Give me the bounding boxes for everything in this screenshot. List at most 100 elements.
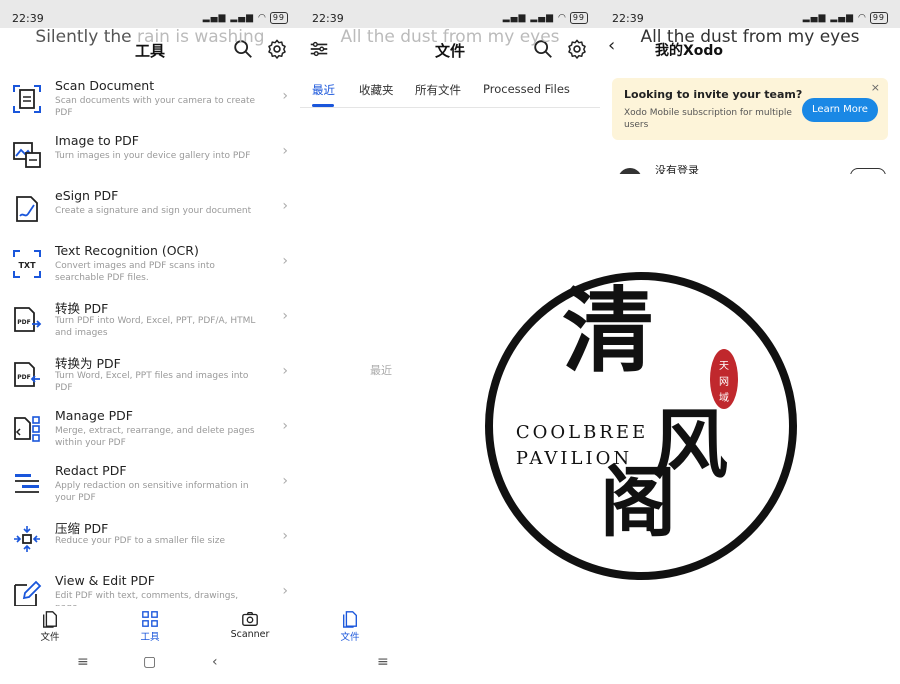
tool-item-scan-document[interactable]: Scan Document Scan documents with your c… <box>0 72 300 127</box>
tool-list: Scan Document Scan documents with your c… <box>0 72 300 622</box>
chevron-right-icon: › <box>282 308 288 324</box>
redact-icon <box>12 469 42 499</box>
home-icon[interactable]: ▢ <box>143 654 156 670</box>
tool-item-image-to-pdf[interactable]: Image to PDF Turn images in your device … <box>0 127 300 182</box>
menu-icon[interactable]: ≡ <box>77 654 89 670</box>
nav-label: 工具 <box>140 632 160 643</box>
tool-title: View & Edit PDF <box>55 573 155 588</box>
chevron-right-icon: › <box>282 143 288 159</box>
ocr-icon: TXT <box>12 249 42 279</box>
back-icon[interactable]: ‹ <box>212 654 218 670</box>
tool-desc: Create a signature and sign your documen… <box>55 206 252 216</box>
manage-pdf-icon <box>12 414 42 444</box>
nav-label: 文件 <box>340 632 360 643</box>
status-bar: 22:39 ▂▄▆ ▂▄▆ ◠ 99 <box>600 0 900 28</box>
menu-icon[interactable]: ≡ <box>377 654 389 670</box>
watermark-part: All the dust from my eyes <box>340 27 560 47</box>
chevron-right-icon: › <box>282 253 288 269</box>
tab-all-files[interactable]: 所有文件 <box>415 82 461 98</box>
status-time: 22:39 <box>612 12 644 25</box>
tool-title: Scan Document <box>55 78 155 93</box>
tool-item-convert-pdf[interactable]: PDF 转换 PDF Turn PDF into Word, Excel, PP… <box>0 292 300 347</box>
status-time: 22:39 <box>12 12 44 25</box>
system-nav-bar: ≡ <box>300 654 600 678</box>
watermark-part: rain is washing <box>137 27 265 47</box>
battery-icon: 99 <box>269 12 288 24</box>
account-label: 没有登录 <box>655 164 699 174</box>
watermark-part: All the dust from my eyes <box>640 27 860 47</box>
logo-line-2: PAVILION <box>516 448 632 469</box>
tab-recent[interactable]: 最近 <box>312 82 335 98</box>
bottom-nav: 文件 工具 Scanner <box>0 606 300 646</box>
chevron-right-icon: › <box>282 198 288 214</box>
close-icon[interactable]: × <box>871 81 880 94</box>
chevron-right-icon: › <box>282 528 288 544</box>
empty-state-label: 最近 <box>370 364 392 377</box>
seal-char: 天 <box>719 361 729 372</box>
battery-icon: 99 <box>869 12 888 24</box>
tool-item-ocr[interactable]: TXT Text Recognition (OCR) Convert image… <box>0 237 300 292</box>
learn-more-button[interactable]: Learn More <box>802 98 878 122</box>
status-icons: ▂▄▆ ▂▄▆ ◠ 99 <box>503 12 588 24</box>
signal-icon: ▂▄▆ ▂▄▆ ◠ <box>802 13 867 23</box>
invite-team-banner: Looking to invite your team? Xodo Mobile… <box>612 78 888 140</box>
watermark-logo: 清 风 阁 COOLBREE PAVILION 天 网 域 <box>484 271 798 581</box>
tool-title: eSign PDF <box>55 188 119 203</box>
compress-icon <box>12 524 42 554</box>
tab-indicator <box>312 104 334 107</box>
watermark-text: All the dust from my eyes <box>300 27 600 47</box>
tools-screen: 22:39 ▂▄▆ ▂▄▆ ◠ 99 Silently the rain is w… <box>0 0 300 684</box>
watermark-text: All the dust from my eyes <box>600 27 900 47</box>
tool-desc: Convert images and PDF scans into search… <box>55 261 215 283</box>
logo-char-1: 清 <box>562 277 654 385</box>
logo-char-3: 阁 <box>600 458 676 547</box>
nav-item-scanner[interactable]: Scanner <box>220 610 280 640</box>
svg-text:PDF: PDF <box>17 374 30 381</box>
account-row[interactable]: 没有登录 <box>600 160 900 174</box>
tab-favorites[interactable]: 收藏夹 <box>359 82 394 98</box>
battery-icon: 99 <box>569 12 588 24</box>
files-icon <box>343 611 357 628</box>
tool-item-convert-to-pdf[interactable]: PDF 转换为 PDF Turn Word, Excel, PPT files … <box>0 347 300 402</box>
nav-label: Scanner <box>230 629 270 640</box>
edit-pdf-icon <box>12 579 42 609</box>
tool-desc: Turn Word, Excel, PPT files and images i… <box>55 371 249 393</box>
chevron-right-icon: › <box>282 88 288 104</box>
tool-title: Redact PDF <box>55 463 127 478</box>
tool-item-esign[interactable]: eSign PDF Create a signature and sign yo… <box>0 182 300 237</box>
scan-document-icon <box>12 84 42 114</box>
status-bar: 22:39 ▂▄▆ ▂▄▆ ◠ 99 <box>0 0 300 28</box>
tool-item-manage-pdf[interactable]: Manage PDF Merge, extract, rearrange, an… <box>0 402 300 457</box>
tool-item-redact[interactable]: Redact PDF Apply redaction on sensitive … <box>0 457 300 512</box>
tab-processed-files[interactable]: Processed Files <box>483 82 570 96</box>
avatar <box>618 168 642 174</box>
chevron-right-icon: › <box>282 473 288 489</box>
tool-desc: Reduce your PDF to a smaller file size <box>55 536 226 546</box>
tool-desc: Turn images in your device gallery into … <box>55 151 251 161</box>
chevron-right-icon: › <box>282 418 288 434</box>
tool-desc: Turn PDF into Word, Excel, PPT, PDF/A, H… <box>55 316 256 338</box>
watermark-text: Silently the rain is washing <box>0 27 300 47</box>
tool-desc: Merge, extract, rearrange, and delete pa… <box>55 426 255 448</box>
convert-pdf-icon: PDF <box>12 304 42 334</box>
tool-item-compress[interactable]: 压缩 PDF Reduce your PDF to a smaller file… <box>0 512 300 567</box>
nav-item-tools[interactable]: 工具 <box>120 610 180 643</box>
nav-item-files[interactable]: 文件 <box>20 610 80 643</box>
tool-title: Text Recognition (OCR) <box>55 243 199 258</box>
status-icons: ▂▄▆ ▂▄▆ ◠ 99 <box>803 12 888 24</box>
status-bar: 22:39 ▂▄▆ ▂▄▆ ◠ 99 <box>300 0 600 28</box>
esign-icon <box>12 194 42 224</box>
login-button[interactable] <box>850 168 886 174</box>
file-tabs: 最近 收藏夹 所有文件 Processed Files <box>300 72 600 108</box>
image-to-pdf-icon <box>12 139 42 169</box>
status-icons: ▂▄▆ ▂▄▆ ◠ 99 <box>203 12 288 24</box>
svg-text:TXT: TXT <box>18 261 36 270</box>
banner-text: Xodo Mobile subscription for multiple us… <box>624 108 792 130</box>
tool-title: Image to PDF <box>55 133 139 148</box>
chevron-right-icon: › <box>282 363 288 379</box>
nav-item-files[interactable]: 文件 <box>320 610 380 643</box>
files-icon <box>43 611 57 628</box>
status-time: 22:39 <box>312 12 344 25</box>
tool-title: Manage PDF <box>55 408 133 423</box>
tools-icon <box>142 611 158 627</box>
